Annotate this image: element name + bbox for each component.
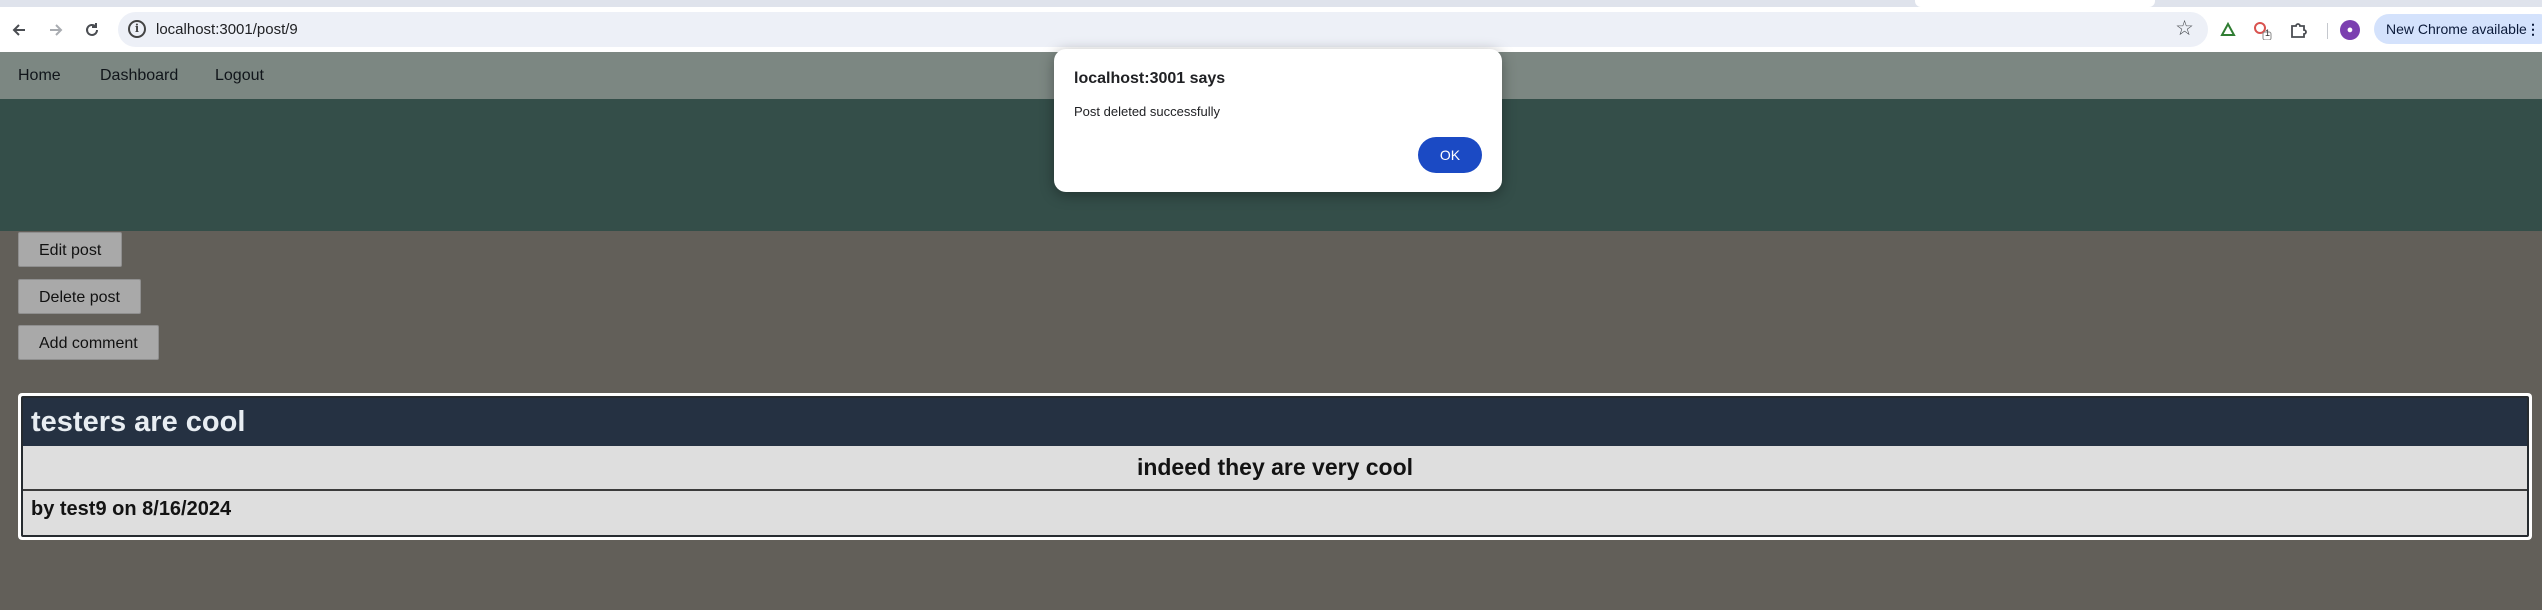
post-card-inner: testers are cool indeed they are very co…	[21, 396, 2529, 537]
delete-post-button[interactable]: Delete post	[18, 279, 141, 314]
extension-icon[interactable]	[2217, 19, 2239, 41]
kebab-menu-icon[interactable]: ⋮	[2526, 14, 2540, 44]
edit-post-button[interactable]: Edit post	[18, 232, 123, 267]
back-icon[interactable]	[6, 17, 32, 43]
forward-icon[interactable]	[43, 17, 69, 43]
post-title: testers are cool	[23, 398, 2527, 446]
puzzle-icon[interactable]	[2287, 19, 2309, 41]
post-content: indeed they are very cool	[23, 446, 2527, 491]
browser-toolbar: i localhost:3001/post/9 ☆ 1 ● New Chrome…	[0, 7, 2542, 53]
post-card: testers are cool indeed they are very co…	[18, 393, 2532, 540]
url-text[interactable]: localhost:3001/post/9	[156, 12, 298, 47]
dialog-ok-button[interactable]: OK	[1418, 137, 1482, 173]
dialog-message: Post deleted successfully	[1074, 104, 1220, 119]
toolbar-divider	[2327, 23, 2328, 39]
active-tab[interactable]	[1915, 0, 2155, 7]
nav-logout-link[interactable]: Logout	[215, 52, 264, 99]
nav-home-link[interactable]: Home	[18, 52, 61, 99]
dialog-title: localhost:3001 says	[1074, 70, 1226, 87]
update-label: New Chrome available	[2386, 21, 2527, 37]
extension-badge-icon[interactable]: 1	[2251, 19, 2273, 41]
tab-strip	[0, 0, 2542, 7]
post-meta: by test9 on 8/16/2024	[31, 498, 232, 520]
site-info-icon[interactable]: i	[128, 20, 146, 38]
bookmark-star-icon[interactable]: ☆	[2175, 16, 2194, 41]
add-comment-button[interactable]: Add comment	[18, 325, 159, 360]
chrome-update-button[interactable]: New Chrome available ⋮	[2374, 14, 2542, 44]
extension-badge-count: 1	[2265, 28, 2271, 38]
nav-dashboard-link[interactable]: Dashboard	[100, 52, 178, 99]
profile-avatar[interactable]: ●	[2340, 20, 2360, 40]
alert-dialog: localhost:3001 says Post deleted success…	[1054, 49, 1502, 192]
address-bar[interactable]: i localhost:3001/post/9 ☆	[118, 12, 2208, 47]
reload-icon[interactable]	[79, 17, 105, 43]
